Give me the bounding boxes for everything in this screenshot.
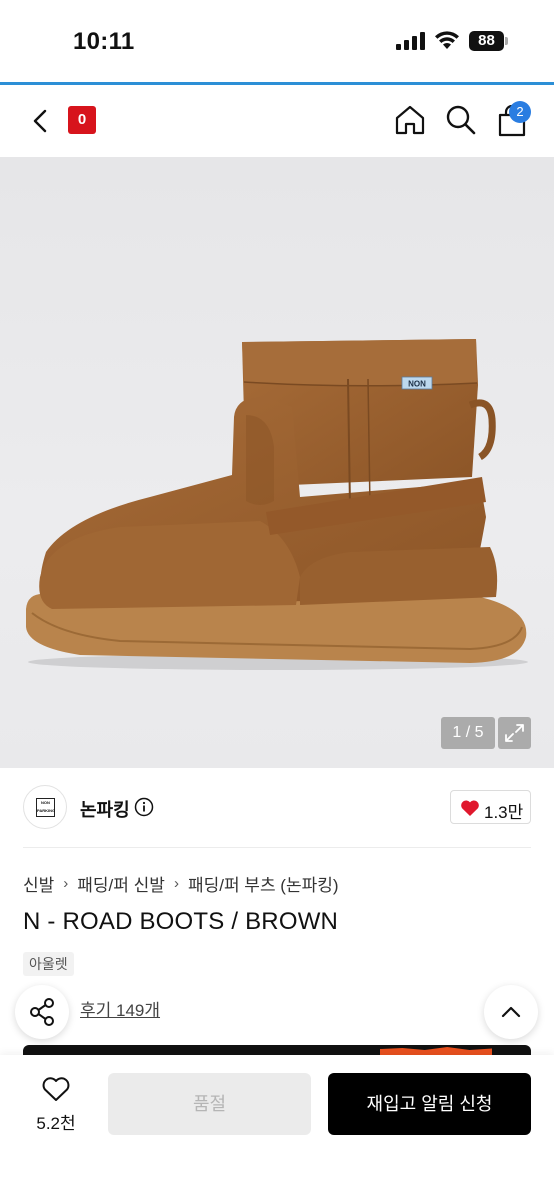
breadcrumb-item[interactable]: 신발 [23,871,54,896]
home-icon[interactable] [393,103,427,137]
heart-icon [461,800,479,816]
wish-count: 5.2천 [36,1114,76,1133]
battery-level: 88 [469,31,504,51]
review-link[interactable]: 후기 149개 [80,996,160,1021]
store-logo[interactable]: 0 [68,106,96,134]
info-icon[interactable] [134,797,154,817]
restock-alert-button[interactable]: 재입고 알림 신청 [328,1073,531,1135]
brand-name[interactable]: 논파킹 [80,796,130,822]
share-icon [30,998,54,1026]
signal-icon [396,32,425,50]
expand-button[interactable] [498,717,531,749]
like-count: 1.3만 [484,803,524,822]
status-bar: 10:11 88 [0,0,554,85]
product-image-gallery[interactable]: NON 1 / 5 [0,157,554,768]
like-button[interactable]: 1.3만 [450,790,531,824]
status-time: 10:11 [73,28,135,55]
brand-logo[interactable]: NON PARKING [23,785,67,829]
chevron-up-icon [501,1006,521,1018]
share-button[interactable] [15,985,69,1039]
breadcrumb-item[interactable]: 패딩/퍼 신발 [77,871,165,896]
chevron-right-icon: › [63,874,69,892]
product-image: NON [26,339,528,670]
divider [23,847,531,848]
image-counter: 1 / 5 [441,717,495,749]
breadcrumb: 신발 › 패딩/퍼 신발 › 패딩/퍼 부츠 (논파킹) [23,871,339,895]
back-icon[interactable] [26,105,54,137]
outlet-tag: 아울렛 [23,952,74,976]
battery-icon: 88 [469,31,509,51]
soldout-button: 품절 [108,1073,311,1135]
product-title: N - ROAD BOOTS / BROWN [23,908,339,935]
brand-logo-mark: NON PARKING [36,798,55,817]
chevron-right-icon: › [173,874,179,892]
search-icon[interactable] [444,103,478,137]
nav-bar: 0 [0,85,554,157]
cart-count-badge: 2 [509,101,531,123]
brand-row: NON PARKING 논파킹 1.3만 [0,768,554,848]
promo-artwork [380,1047,492,1055]
boot-label-text: NON [408,380,426,389]
heart-outline-icon[interactable] [41,1075,71,1103]
expand-icon [505,724,524,742]
wifi-icon [435,31,459,49]
scroll-top-button[interactable] [484,985,538,1039]
bottom-action-bar: 5.2천 품절 재입고 알림 신청 [0,1055,554,1200]
promo-banner[interactable] [23,1045,531,1055]
breadcrumb-item[interactable]: 패딩/퍼 부츠 (논파킹) [188,871,339,896]
